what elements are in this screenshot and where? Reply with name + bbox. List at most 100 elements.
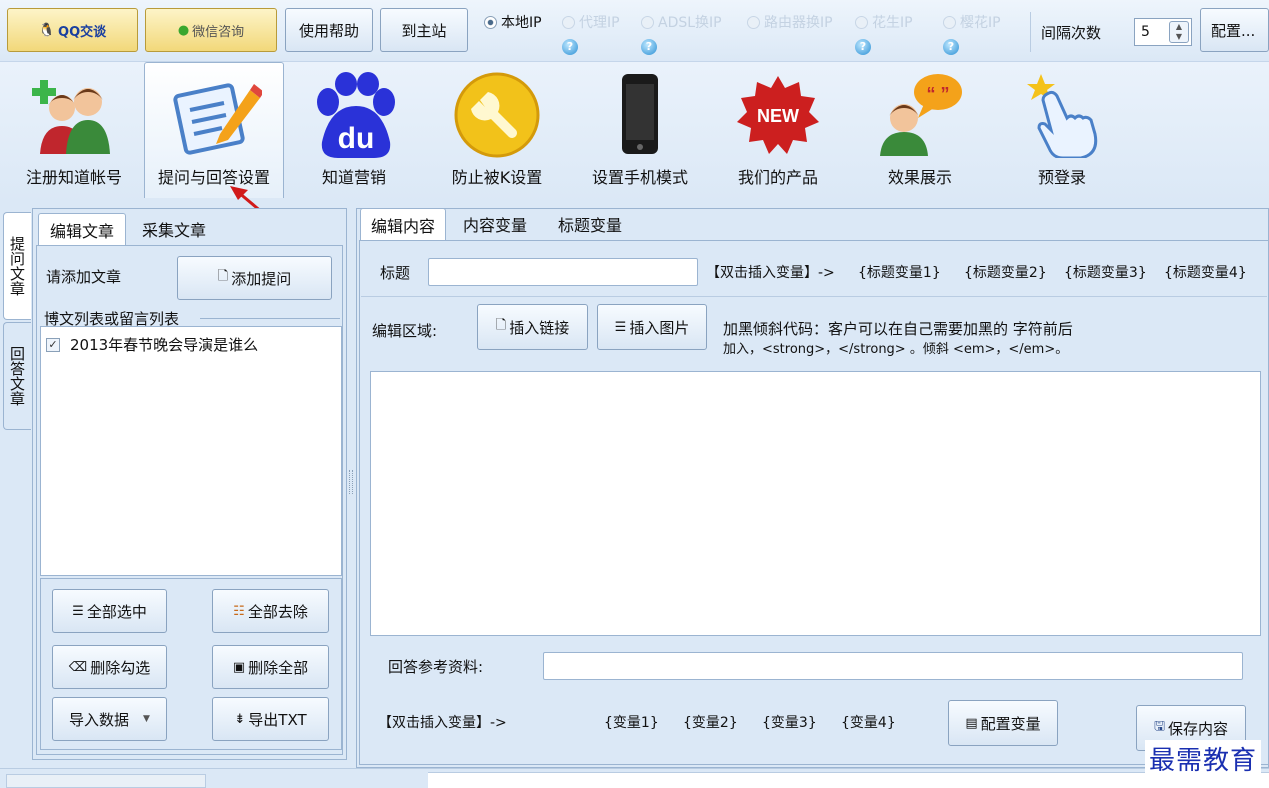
wrench-icon bbox=[454, 72, 540, 158]
tool-show-effect[interactable]: “ ” 效果展示 bbox=[856, 62, 984, 198]
title-var-hint: 【双击插入变量】-> bbox=[706, 265, 835, 281]
document-icon: 🗋 bbox=[217, 269, 229, 284]
add-article-label: 请添加文章 bbox=[46, 268, 122, 286]
divider bbox=[1030, 12, 1031, 52]
help-button[interactable]: 使用帮助 bbox=[285, 8, 373, 52]
wechat-consult-button[interactable]: ● 微信咨询 bbox=[145, 8, 277, 52]
content-var-2[interactable]: {变量2} bbox=[683, 712, 738, 732]
spinner-arrows-icon[interactable]: ▲ ▼ bbox=[1169, 21, 1189, 43]
radio-dot-icon bbox=[747, 15, 760, 29]
list-item[interactable]: ✓ 2013年春节晚会导演是谁么 bbox=[46, 334, 258, 355]
import-data-button[interactable]: 导入数据 ▼ bbox=[52, 697, 167, 741]
home-site-button[interactable]: 到主站 bbox=[380, 8, 468, 52]
add-question-button[interactable]: 🗋 添加提问 bbox=[177, 256, 332, 300]
mobile-phone-icon bbox=[622, 74, 658, 154]
qq-chat-button[interactable]: 🐧 QQ交谈 bbox=[7, 8, 138, 52]
wechat-icon: ● bbox=[177, 22, 190, 38]
help-bubble-icon[interactable]: ? bbox=[562, 39, 578, 55]
tab-content-variables[interactable]: 内容变量 bbox=[452, 208, 538, 240]
radio-adsl-ip[interactable]: ADSL换IP bbox=[641, 12, 722, 32]
tool-baidu-marketing[interactable]: du 知道营销 bbox=[290, 62, 418, 198]
edit-area-label: 编辑区域: bbox=[372, 322, 438, 340]
insert-image-button[interactable]: ☰ 插入图片 bbox=[597, 304, 707, 350]
select-all-button[interactable]: ☰ 全部选中 bbox=[52, 589, 167, 633]
config-list-icon: ▤ bbox=[965, 715, 978, 731]
config-vars-button[interactable]: ▤ 配置变量 bbox=[948, 700, 1058, 746]
divider bbox=[361, 296, 1267, 297]
export-icon: ⇟ bbox=[234, 711, 246, 727]
tab-collect-article[interactable]: 采集文章 bbox=[130, 213, 218, 245]
title-var-4[interactable]: {标题变量4} bbox=[1164, 262, 1247, 282]
radio-proxy-ip[interactable]: 代理IP bbox=[562, 12, 620, 32]
delete-icon: ▣ bbox=[232, 659, 246, 675]
title-label: 标题 bbox=[380, 264, 411, 282]
radio-huasheng-ip[interactable]: 花生IP bbox=[855, 12, 913, 32]
title-input[interactable] bbox=[428, 258, 698, 286]
document-icon: 🗋 bbox=[495, 318, 507, 333]
qq-penguin-icon: 🐧 bbox=[38, 22, 56, 38]
vtab-answer-articles[interactable]: 回答文章 bbox=[3, 322, 31, 430]
title-var-3[interactable]: {标题变量3} bbox=[1064, 262, 1147, 282]
title-var-1[interactable]: {标题变量1} bbox=[858, 262, 941, 282]
radio-dot-icon bbox=[855, 15, 868, 29]
pointing-hand-icon bbox=[1027, 74, 1098, 158]
baidu-logo-text: du bbox=[338, 122, 375, 155]
interval-spinner[interactable]: 5 ▲ ▼ bbox=[1134, 18, 1192, 46]
dropdown-arrow-icon: ▼ bbox=[143, 714, 150, 724]
insert-link-button[interactable]: 🗋 插入链接 bbox=[477, 304, 588, 350]
tab-title-variables[interactable]: 标题变量 bbox=[546, 208, 634, 240]
tool-anti-k-settings[interactable]: 防止被K设置 bbox=[433, 62, 561, 198]
help-bubble-icon[interactable]: ? bbox=[943, 39, 959, 55]
config-button[interactable]: 配置... bbox=[1200, 8, 1269, 52]
checkbox-checked-icon[interactable]: ✓ bbox=[46, 337, 60, 352]
content-var-hint: 【双击插入变量】-> bbox=[378, 715, 507, 731]
radio-dot-icon bbox=[562, 15, 575, 29]
radio-dot-icon bbox=[484, 15, 497, 29]
radio-dot-icon bbox=[943, 15, 956, 29]
tool-our-products[interactable]: NEW 我们的产品 bbox=[714, 62, 842, 198]
export-txt-button[interactable]: ⇟ 导出TXT bbox=[212, 697, 329, 741]
users-add-icon bbox=[32, 80, 110, 154]
svg-text:“ ”: “ ” bbox=[926, 84, 949, 104]
help-bubble-icon[interactable]: ? bbox=[641, 39, 657, 55]
remove-all-button[interactable]: ☷ 全部去除 bbox=[212, 589, 329, 633]
content-editor[interactable] bbox=[370, 371, 1261, 636]
help-bubble-icon[interactable]: ? bbox=[855, 39, 871, 55]
baidu-paw-icon: du bbox=[317, 72, 395, 158]
bold-hint-line-1: 加黑倾斜代码：客户可以在自己需要加黑的 字符前后 bbox=[723, 320, 1073, 338]
new-badge-icon: NEW bbox=[737, 76, 819, 154]
tool-register-account[interactable]: 注册知道帐号 bbox=[10, 62, 138, 198]
interval-label: 间隔次数 bbox=[1041, 24, 1102, 42]
radio-dot-icon bbox=[641, 15, 654, 29]
status-panel bbox=[6, 774, 206, 788]
group-line bbox=[200, 318, 340, 319]
delete-checked-button[interactable]: ⌫ 删除勾选 bbox=[52, 645, 167, 689]
tab-edit-article[interactable]: 编辑文章 bbox=[38, 213, 126, 245]
bold-hint-line-2: 加入，<strong>，</strong> 。倾斜 <em>，</em>。 bbox=[723, 342, 1069, 357]
radio-router-ip[interactable]: 路由器换IP bbox=[747, 12, 833, 32]
content-var-3[interactable]: {变量3} bbox=[762, 712, 817, 732]
radio-local-ip[interactable]: 本地IP bbox=[484, 12, 542, 32]
vtab-question-articles[interactable]: 提问文章 bbox=[3, 212, 31, 320]
save-disk-icon: 🖫 bbox=[1153, 719, 1166, 734]
article-list[interactable] bbox=[40, 326, 342, 576]
eraser-icon: ⌫ bbox=[68, 659, 88, 675]
select-all-icon: ☰ bbox=[72, 603, 84, 619]
tool-qa-settings[interactable]: 提问与回答设置 bbox=[144, 62, 284, 198]
watermark-text: 最需教育 bbox=[1145, 740, 1262, 777]
splitter-handle[interactable] bbox=[349, 470, 353, 494]
tool-mobile-mode[interactable]: 设置手机模式 bbox=[576, 62, 704, 198]
delete-all-button[interactable]: ▣ 删除全部 bbox=[212, 645, 329, 689]
answer-ref-label: 回答参考资料: bbox=[388, 658, 484, 676]
content-var-1[interactable]: {变量1} bbox=[604, 712, 659, 732]
user-speech-icon: “ ” bbox=[880, 74, 962, 156]
radio-sakura-ip[interactable]: 樱花IP bbox=[943, 12, 1001, 32]
status-panel bbox=[428, 772, 1269, 788]
title-var-2[interactable]: {标题变量2} bbox=[964, 262, 1047, 282]
remove-list-icon: ☷ bbox=[233, 603, 245, 619]
tool-pre-login[interactable]: 预登录 bbox=[998, 62, 1126, 198]
content-var-4[interactable]: {变量4} bbox=[841, 712, 896, 732]
answer-ref-input[interactable] bbox=[543, 652, 1243, 680]
image-list-icon: ☰ bbox=[614, 319, 627, 335]
tab-edit-content[interactable]: 编辑内容 bbox=[360, 208, 446, 240]
